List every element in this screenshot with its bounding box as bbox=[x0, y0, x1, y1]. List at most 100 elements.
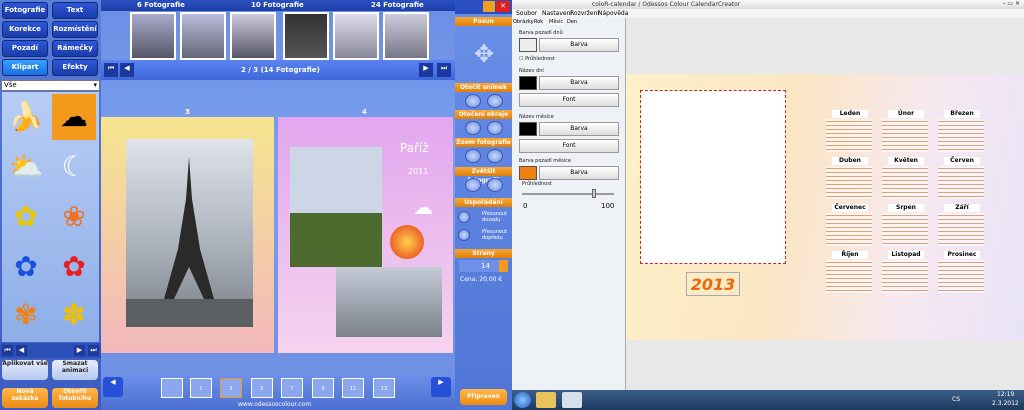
app-icon[interactable] bbox=[562, 392, 582, 408]
tab-rozmisteni[interactable]: Rozmístění bbox=[52, 21, 98, 38]
photo-thumb[interactable] bbox=[333, 12, 379, 60]
first-icon[interactable]: ⏮ bbox=[2, 345, 13, 356]
day-names-color-button[interactable]: Barva bbox=[539, 76, 619, 90]
cloud-icon[interactable]: ☁ bbox=[413, 195, 433, 219]
zoom-out-icon[interactable] bbox=[465, 149, 481, 163]
red-flower-icon[interactable]: ✿ bbox=[52, 244, 96, 290]
photo-thumb[interactable] bbox=[383, 12, 429, 60]
tab-text[interactable]: Text bbox=[52, 2, 98, 19]
bg-day-color-button[interactable]: Barva bbox=[539, 38, 619, 52]
menu-nastaveni[interactable]: Nastavení bbox=[542, 10, 572, 17]
month-block[interactable]: Únor bbox=[882, 110, 928, 152]
calendar-preview[interactable]: 2013 Leden Únor Březen Duben Květen Červ… bbox=[626, 74, 1024, 340]
page-thumb[interactable]: 11 bbox=[342, 378, 364, 398]
page-thumb[interactable]: 5 bbox=[251, 378, 273, 398]
month-block[interactable]: Říjen bbox=[826, 251, 872, 293]
year-badge[interactable]: 2013 bbox=[686, 272, 740, 296]
move-arrows-icon[interactable]: ✥ bbox=[470, 30, 498, 78]
shrink-icon[interactable] bbox=[465, 178, 481, 192]
tab-fotografie[interactable]: Fotografie bbox=[2, 2, 48, 19]
tab-obrazky[interactable]: Obrázky bbox=[513, 19, 534, 25]
right-page[interactable]: Paříž 2011 ☁ bbox=[278, 117, 453, 353]
send-back-button[interactable]: Přesunout dozadu bbox=[458, 210, 510, 226]
tab-ramecky[interactable]: Rámečky bbox=[52, 40, 98, 57]
orange-flower-icon[interactable]: ❀ bbox=[52, 194, 96, 240]
add-page-icon[interactable] bbox=[499, 260, 508, 272]
month-block[interactable]: Květen bbox=[882, 157, 928, 199]
transparency-slider[interactable] bbox=[522, 189, 614, 198]
first-page-icon[interactable]: ⏮ bbox=[104, 63, 118, 77]
frame-rotate-left-icon[interactable] bbox=[465, 121, 481, 135]
month-block[interactable]: Srpen bbox=[882, 204, 928, 246]
month-block[interactable]: Červenec bbox=[826, 204, 872, 246]
transparent-checkbox[interactable]: ☐ Průhlednost bbox=[519, 56, 555, 62]
month-name-swatch[interactable] bbox=[519, 122, 537, 136]
tab-10-photos[interactable]: 10 Fotografie bbox=[251, 1, 304, 9]
page-title[interactable]: Paříž bbox=[400, 141, 429, 155]
photo-thumb[interactable] bbox=[130, 12, 176, 60]
bring-front-button[interactable]: Přesunout dopředu bbox=[458, 228, 510, 244]
month-name-color-button[interactable]: Barva bbox=[539, 122, 619, 136]
open-photobook-button[interactable]: Otevřít fotoknihu bbox=[52, 388, 98, 408]
balloon-icon[interactable] bbox=[390, 225, 424, 259]
tab-24-photos[interactable]: 24 Fotografie bbox=[371, 1, 424, 9]
blue-flower-icon[interactable]: ✿ bbox=[4, 244, 48, 290]
tab-pozadi[interactable]: Pozadí bbox=[2, 40, 48, 57]
month-block[interactable]: Červen bbox=[938, 157, 984, 199]
page-thumb[interactable]: 7 bbox=[281, 378, 303, 398]
last-page-icon[interactable]: ⏭ bbox=[437, 63, 451, 77]
month-bg-color-button[interactable]: Barva bbox=[539, 166, 619, 180]
page-thumb[interactable]: 1 bbox=[190, 378, 212, 398]
new-order-button[interactable]: Nová zakázka bbox=[2, 388, 48, 408]
start-icon[interactable] bbox=[514, 392, 531, 408]
prepare-button[interactable]: Připraven bbox=[460, 389, 507, 405]
tab-den[interactable]: Den bbox=[567, 19, 577, 25]
rotate-left-icon[interactable] bbox=[465, 94, 481, 108]
menu-rozvrzeni[interactable]: Rozvržení bbox=[570, 10, 599, 17]
eiffel-photo[interactable] bbox=[126, 139, 253, 327]
window-buttons[interactable]: – ▭ ✕ bbox=[1002, 0, 1020, 7]
prev-spread-icon[interactable]: ◀ bbox=[103, 377, 123, 397]
next-spread-icon[interactable]: ▶ bbox=[431, 377, 451, 397]
tab-korekce[interactable]: Korekce bbox=[2, 21, 48, 38]
category-select[interactable]: Vše ▾ bbox=[1, 80, 100, 91]
menu-soubor[interactable]: Soubor bbox=[516, 10, 537, 17]
month-name-font-button[interactable]: Font bbox=[519, 139, 619, 153]
yellow-flowers-icon[interactable]: ✽ bbox=[52, 292, 96, 338]
sacre-coeur-photo[interactable] bbox=[290, 147, 382, 267]
prev-page-icon[interactable]: ◀ bbox=[120, 63, 134, 77]
picture-placeholder[interactable] bbox=[640, 90, 786, 264]
clock-date[interactable]: 2.3.2012 bbox=[992, 400, 1019, 407]
day-names-font-button[interactable]: Font bbox=[519, 93, 619, 107]
left-page[interactable] bbox=[101, 117, 274, 353]
sun-cloud-icon[interactable]: ⛅ bbox=[4, 144, 48, 190]
bg-day-swatch[interactable] bbox=[519, 38, 537, 52]
cloud-icon[interactable]: ☁ bbox=[52, 94, 96, 140]
photo-thumb[interactable] bbox=[180, 12, 226, 60]
frame-rotate-right-icon[interactable] bbox=[487, 121, 503, 135]
month-bg-swatch[interactable] bbox=[519, 166, 537, 180]
last-icon[interactable]: ⏭ bbox=[88, 345, 99, 356]
month-block[interactable]: Leden bbox=[826, 110, 872, 152]
close-icon[interactable]: ✕ bbox=[496, 1, 510, 12]
clock-time[interactable]: 12:19 bbox=[997, 391, 1014, 398]
tab-efekty[interactable]: Efekty bbox=[52, 59, 98, 76]
month-block[interactable]: Prosinec bbox=[938, 251, 984, 293]
moon-cloud-icon[interactable]: ☾ bbox=[52, 144, 96, 190]
page-thumb[interactable]: 13 bbox=[373, 378, 395, 398]
zoom-in-icon[interactable] bbox=[487, 149, 503, 163]
rotate-right-icon[interactable] bbox=[487, 94, 503, 108]
orange-flower-2-icon[interactable]: ✾ bbox=[4, 292, 48, 338]
banana-icon[interactable]: 🍌 bbox=[4, 94, 48, 140]
enlarge-icon[interactable] bbox=[487, 178, 503, 192]
tab-rok[interactable]: Rok bbox=[534, 19, 543, 25]
grande-arche-photo[interactable] bbox=[336, 267, 442, 337]
apply-all-button[interactable]: Aplikovat vše bbox=[2, 360, 48, 380]
month-block[interactable]: Březen bbox=[938, 110, 984, 152]
website-link[interactable]: www.odessoscolour.com bbox=[238, 401, 311, 408]
month-block[interactable]: Duben bbox=[826, 157, 872, 199]
page-thumb[interactable] bbox=[161, 378, 183, 398]
next-icon[interactable]: ▶ bbox=[74, 345, 85, 356]
photo-thumb[interactable] bbox=[283, 12, 329, 60]
delete-animation-button[interactable]: Smazat animaci bbox=[52, 360, 98, 380]
